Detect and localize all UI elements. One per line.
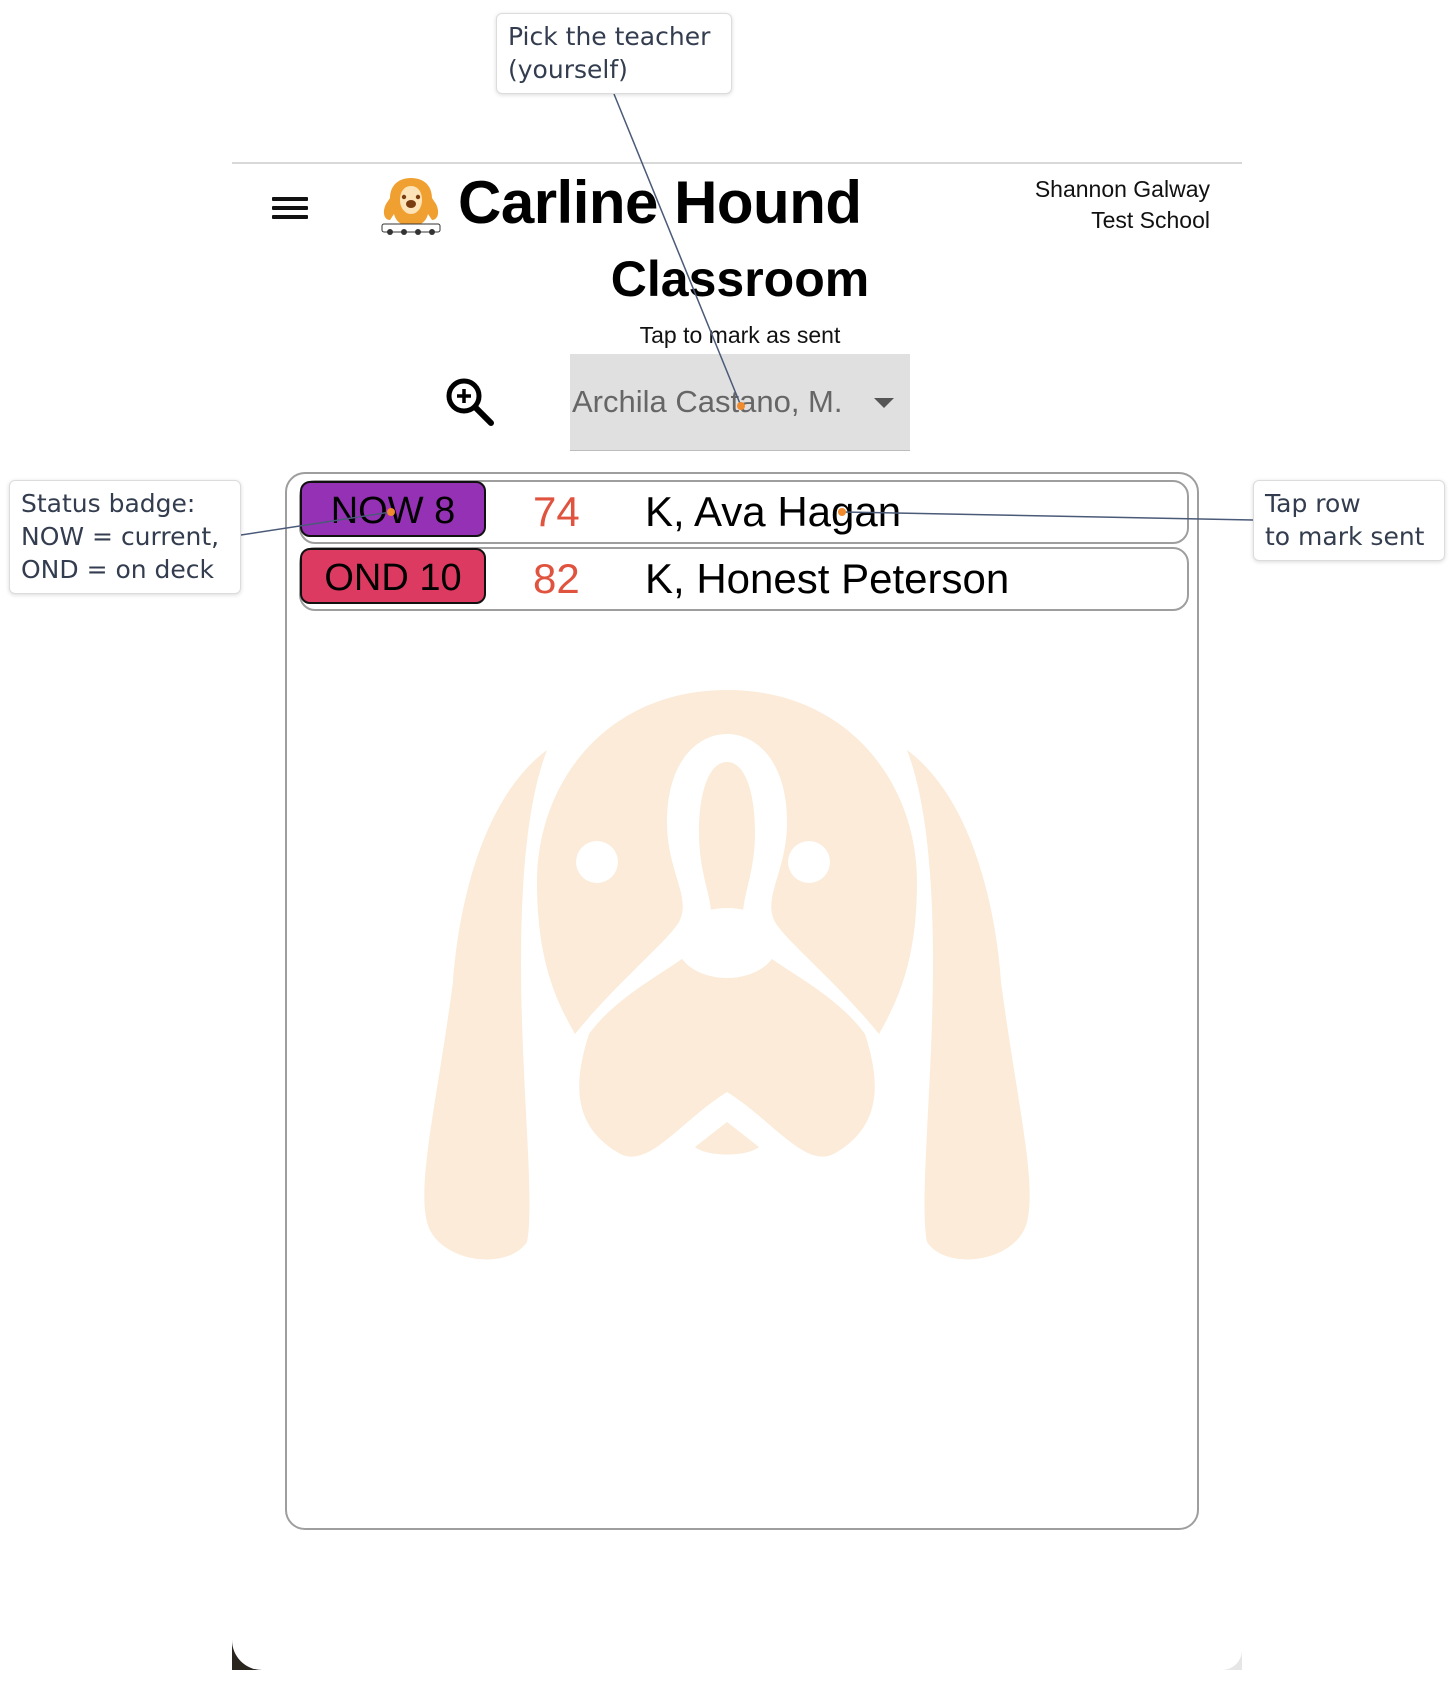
callout-row-line-2: to mark sent (1265, 522, 1425, 551)
callout-dot-badge (387, 508, 395, 516)
callout-teacher-line-2: (yourself) (508, 55, 628, 84)
callout-badge-line-1: Status badge: (21, 489, 196, 518)
callout-line-badge (240, 511, 392, 536)
callout-line-teacher (613, 93, 742, 407)
callout-dot-teacher (737, 402, 745, 410)
callout-dot-row (838, 508, 846, 516)
callout-teacher: Pick the teacher (yourself) (496, 13, 732, 94)
callout-badge-line-2: NOW = current, (21, 522, 220, 551)
callout-row: Tap row to mark sent (1253, 480, 1445, 561)
callout-badge: Status badge: NOW = current, OND = on de… (9, 480, 241, 594)
callout-row-line-1: Tap row (1265, 489, 1361, 518)
callout-line-row (841, 511, 1254, 521)
callout-lines (240, 93, 1254, 536)
callout-badge-line-3: OND = on deck (21, 555, 215, 584)
callout-teacher-line-1: Pick the teacher (508, 22, 711, 51)
